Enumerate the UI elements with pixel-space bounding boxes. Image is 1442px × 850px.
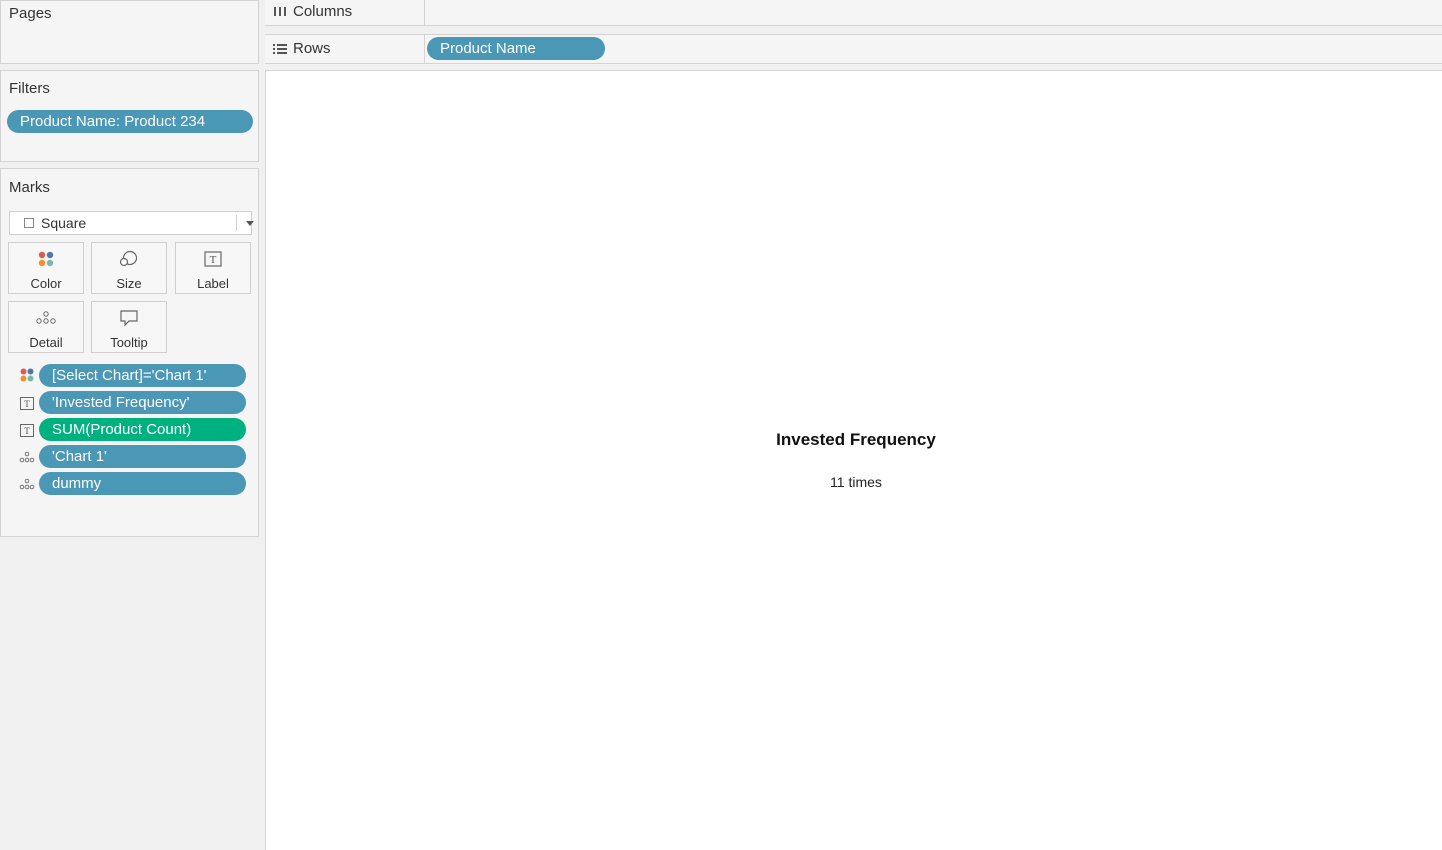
marks-card: Marks Square Color Size T Label Detail T… [0, 168, 259, 537]
columns-shelf[interactable]: Columns [265, 0, 1442, 26]
marks-field-pill[interactable]: SUM(Product Count) [39, 418, 246, 441]
size-label: Size [116, 276, 142, 291]
dropdown-separator [236, 215, 237, 231]
tooltip-label: Tooltip [110, 335, 148, 350]
detail-icon[interactable] [19, 476, 35, 492]
square-mark-icon [24, 218, 34, 228]
svg-text:T: T [24, 426, 30, 436]
marks-field-pill[interactable]: 'Invested Frequency' [39, 391, 246, 414]
viz-title: Invested Frequency [776, 430, 936, 449]
chevron-down-icon [246, 221, 254, 226]
detail-button[interactable]: Detail [8, 301, 84, 353]
rows-title: Rows [293, 40, 331, 57]
size-icon [92, 250, 166, 268]
filter-pill-product-name[interactable]: Product Name: Product 234 [7, 110, 253, 133]
rows-icon [273, 42, 287, 56]
color-button[interactable]: Color [8, 242, 84, 294]
columns-title: Columns [293, 3, 353, 20]
color-icon[interactable] [19, 367, 35, 383]
detail-icon[interactable] [19, 449, 35, 465]
shelf-divider [424, 0, 425, 25]
view-canvas[interactable]: Invested Frequency 11 times [265, 70, 1442, 850]
label-button[interactable]: T Label [175, 242, 251, 294]
viz-value: 11 times [830, 474, 882, 490]
text-label-icon: T [176, 250, 250, 268]
mark-type-dropdown[interactable]: Square [9, 211, 254, 235]
columns-icon [273, 5, 287, 19]
filters-card[interactable]: Filters Product Name: Product 234 [0, 70, 259, 162]
filters-title: Filters [9, 80, 50, 97]
left-panel: Pages Filters Product Name: Product 234 … [0, 0, 260, 850]
tooltip-button[interactable]: Tooltip [91, 301, 167, 353]
rows-pill-product-name[interactable]: Product Name [427, 37, 605, 60]
rows-shelf[interactable]: Rows Product Name [265, 34, 1442, 64]
marks-field-pill[interactable]: 'Chart 1' [39, 445, 246, 468]
label-icon[interactable]: T [19, 395, 35, 411]
marks-title: Marks [9, 179, 50, 196]
mark-type-label: Square [41, 215, 87, 231]
marks-field-pill[interactable]: dummy [39, 472, 246, 495]
pages-title: Pages [9, 5, 52, 22]
tooltip-icon [92, 309, 166, 327]
shelf-divider [424, 35, 425, 63]
color-label: Color [30, 276, 62, 291]
marks-field-pill[interactable]: [Select Chart]='Chart 1' [39, 364, 246, 387]
label-label: Label [197, 276, 229, 291]
detail-icon [9, 309, 83, 327]
color-icon [9, 250, 83, 268]
detail-label: Detail [29, 335, 63, 350]
size-button[interactable]: Size [91, 242, 167, 294]
label-icon[interactable]: T [19, 422, 35, 438]
pages-card[interactable]: Pages [0, 0, 259, 64]
svg-text:T: T [24, 399, 30, 409]
svg-text:T: T [210, 254, 217, 266]
